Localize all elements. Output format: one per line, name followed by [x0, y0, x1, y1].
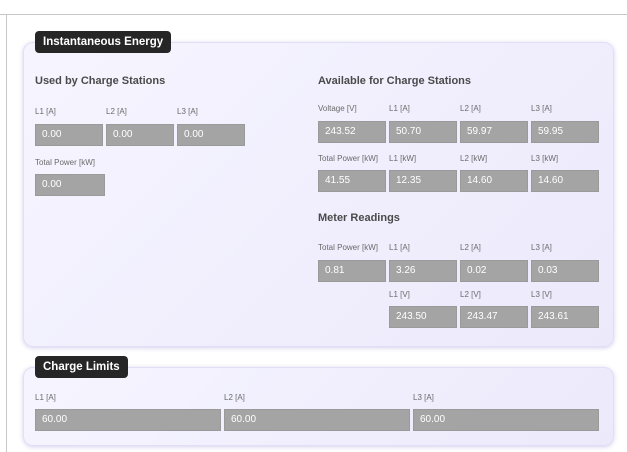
- available-l3-current-label: L3 [A]: [531, 104, 552, 113]
- limit-l2-field[interactable]: 60.00: [224, 409, 410, 431]
- charge-limits-tag: Charge Limits: [35, 356, 128, 378]
- meter-total-power-field: 0.81: [318, 260, 386, 282]
- meter-l2-voltage-label: L2 [V]: [460, 290, 481, 299]
- used-total-power-field: 0.00: [35, 174, 105, 196]
- available-l2-current-field: 59.97: [460, 121, 528, 143]
- meter-l1-voltage-field: 243.50: [389, 306, 457, 328]
- available-total-power-label: Total Power [kW]: [318, 154, 379, 163]
- meter-l2-current-field: 0.02: [460, 260, 528, 282]
- meter-l3-current-label: L3 [A]: [531, 243, 552, 252]
- meter-l3-voltage-label: L3 [V]: [531, 290, 552, 299]
- meter-l3-voltage-field: 243.61: [531, 306, 599, 328]
- available-l3-power-field: 14.60: [531, 170, 599, 192]
- used-l3-current-label: L3 [A]: [177, 107, 198, 116]
- available-l2-power-label: L2 [kW]: [460, 154, 488, 163]
- instantaneous-energy-tag: Instantaneous Energy: [35, 31, 172, 53]
- meter-readings-title: Meter Readings: [318, 212, 400, 224]
- available-l3-current-field: 59.95: [531, 121, 599, 143]
- used-by-charge-stations-title: Used by Charge Stations: [35, 75, 166, 87]
- meter-l1-current-field: 3.26: [389, 260, 457, 282]
- limit-l1-field[interactable]: 60.00: [35, 409, 221, 431]
- limit-l3-label: L3 [A]: [413, 393, 434, 402]
- meter-l3-current-field: 0.03: [531, 260, 599, 282]
- charge-limits-panel: [23, 367, 614, 446]
- used-l2-current-label: L2 [A]: [106, 107, 127, 116]
- available-voltage-label: Voltage [V]: [318, 104, 357, 113]
- frame-left-border: [6, 14, 7, 452]
- used-l1-current-field: 0.00: [35, 124, 103, 146]
- meter-l1-voltage-label: L1 [V]: [389, 290, 410, 299]
- used-l1-current-label: L1 [A]: [35, 107, 56, 116]
- available-l3-power-label: L3 [kW]: [531, 154, 559, 163]
- meter-l1-current-label: L1 [A]: [389, 243, 410, 252]
- limit-l3-field[interactable]: 60.00: [413, 409, 599, 431]
- available-l1-power-field: 12.35: [389, 170, 457, 192]
- frame-top-border: [0, 14, 627, 15]
- available-l2-power-field: 14.60: [460, 170, 528, 192]
- available-l1-current-label: L1 [A]: [389, 104, 410, 113]
- limit-l2-label: L2 [A]: [224, 393, 245, 402]
- used-total-power-label: Total Power [kW]: [35, 158, 96, 167]
- meter-l2-voltage-field: 243.47: [460, 306, 528, 328]
- available-l1-current-field: 50.70: [389, 121, 457, 143]
- available-for-charge-stations-title: Available for Charge Stations: [318, 75, 472, 87]
- available-l2-current-label: L2 [A]: [460, 104, 481, 113]
- meter-total-power-label: Total Power [kW]: [318, 243, 379, 252]
- instantaneous-energy-panel: [23, 42, 614, 347]
- available-total-power-field: 41.55: [318, 170, 386, 192]
- available-l1-power-label: L1 [kW]: [389, 154, 417, 163]
- limit-l1-label: L1 [A]: [35, 393, 56, 402]
- meter-l2-current-label: L2 [A]: [460, 243, 481, 252]
- used-l2-current-field: 0.00: [106, 124, 174, 146]
- available-voltage-field: 243.52: [318, 121, 386, 143]
- used-l3-current-field: 0.00: [177, 124, 245, 146]
